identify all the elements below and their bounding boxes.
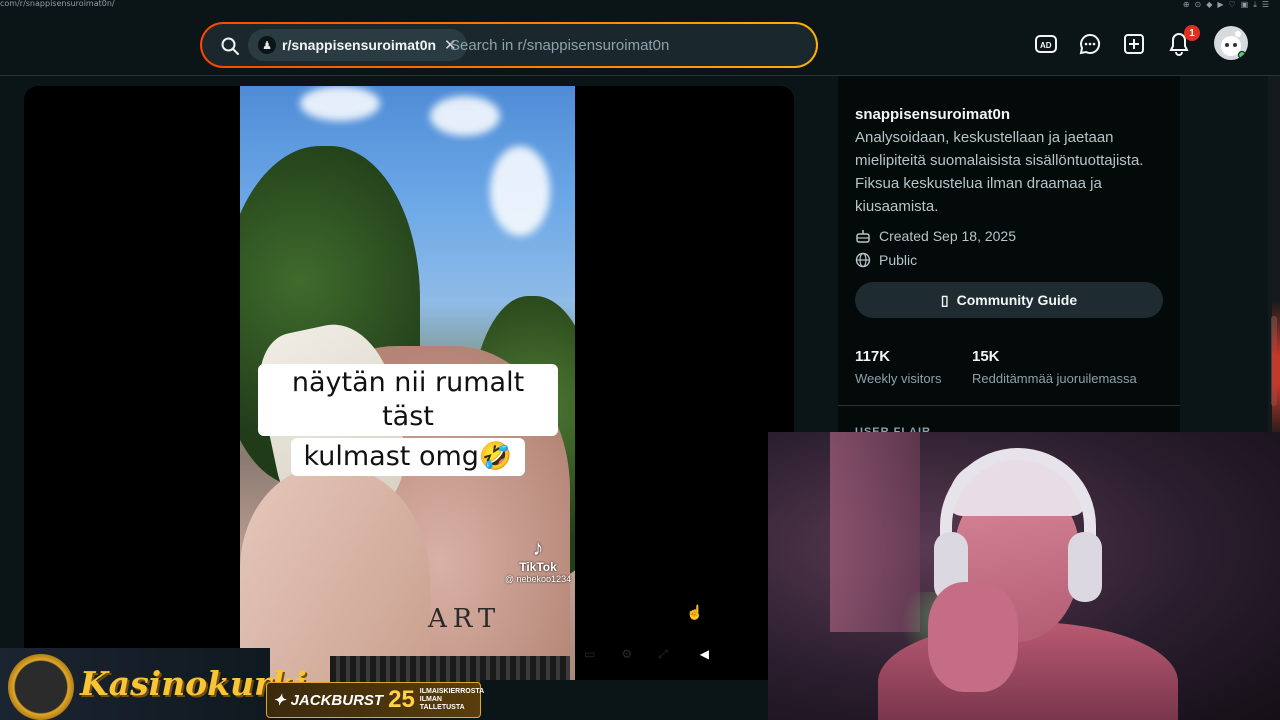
create-post-icon[interactable]: [1121, 31, 1147, 57]
page-bottom-strip: [480, 680, 768, 720]
community-avatar-icon: ♟: [258, 36, 276, 54]
volume-icon[interactable]: ◀: [700, 647, 709, 661]
offer-terms: ILMAISKIERROSTA ILMAN TALLETUSTA: [420, 688, 484, 712]
created-date: Created Sep 18, 2025: [879, 228, 1016, 244]
community-chip-label: r/snappisensuroimat0n: [282, 37, 437, 53]
tiktok-logo-icon: ♪: [532, 535, 544, 560]
offer-number: 25: [388, 686, 415, 713]
book-icon: ▯: [940, 291, 949, 308]
user-avatar[interactable]: [1214, 26, 1248, 60]
captions-icon[interactable]: ▭: [584, 647, 595, 661]
fullscreen-icon[interactable]: ⤢: [658, 647, 668, 662]
caption-line-1: näytän nii rumalt täst: [258, 364, 558, 436]
tiktok-brand: TikTok: [519, 560, 557, 574]
offer-word: JACKBURST: [290, 691, 384, 709]
stat-weekly-visitors: 117K Weekly visitors: [855, 348, 941, 386]
notification-badge: 1: [1184, 25, 1200, 41]
tiktok-video[interactable]: ART näytän nii rumalt täst kulmast omg🤣 …: [240, 86, 575, 686]
webcam-overlay: [768, 432, 1280, 720]
community-description: Analysoidaan, keskustellaan ja jaetaan m…: [855, 129, 1144, 215]
cloud: [490, 146, 550, 236]
post-media-container[interactable]: ART näytän nii rumalt täst kulmast omg🤣 …: [24, 86, 794, 686]
streamer-hand: [928, 582, 1018, 692]
community-sidebar: snappisensuroimat0n Analysoidaan, keskus…: [838, 76, 1180, 438]
stat-value: 15K: [972, 348, 1000, 365]
tiktok-watermark: ♪ TikTok @ nebekoo1234: [498, 535, 575, 585]
chat-icon[interactable]: [1077, 31, 1103, 57]
stat-value: 117K: [855, 348, 891, 365]
community-guide-button[interactable]: ▯ Community Guide: [855, 282, 1163, 318]
sparkle-icon: ✦: [273, 692, 286, 709]
online-status-dot: [1238, 51, 1246, 59]
offer-line-2: ILMAN TALLETUSTA: [419, 696, 465, 711]
mouse-cursor: ☝: [686, 604, 704, 620]
stat-label: Weekly visitors: [855, 371, 942, 386]
caption-line-2: kulmast omg🤣: [291, 438, 525, 476]
cloud: [430, 96, 500, 136]
stream-edge-glow: [1272, 300, 1280, 440]
visibility-label: Public: [879, 252, 918, 268]
community-search-chip[interactable]: ♟ r/snappisensuroimat0n ✕: [248, 29, 467, 61]
sponsor-banner: Kasinokurki: [0, 648, 307, 720]
stat-members: 15K Redditämmää juoruilemassa: [972, 348, 1137, 386]
crane-logo-icon: [8, 654, 74, 720]
search-bar[interactable]: ♟ r/snappisensuroimat0n ✕ Search in r/sn…: [200, 22, 818, 68]
advertise-icon[interactable]: AD: [1033, 31, 1059, 57]
browser-url-strip: com/r/snappisensuroimat0n/ ⊕⊙◆▶♡▣⤓☰: [0, 0, 1280, 10]
created-row: Created Sep 18, 2025: [855, 228, 1016, 244]
settings-icon[interactable]: ⚙: [621, 647, 632, 661]
stat-label: Redditämmää juoruilemassa: [972, 371, 1137, 386]
cloud: [300, 86, 380, 121]
offer-line-1: ILMAISKIERROSTA: [419, 688, 485, 695]
tiktok-handle: @ nebekoo1234: [504, 574, 572, 584]
browser-url[interactable]: com/r/snappisensuroimat0n/: [0, 0, 115, 8]
globe-icon: [855, 252, 871, 268]
tattoo-text: ART: [428, 604, 502, 634]
search-icon: [221, 37, 239, 55]
divider: [838, 405, 1180, 406]
browser-extension-icons[interactable]: ⊕⊙◆▶♡▣⤓☰: [1183, 0, 1274, 10]
headphone-earcup: [1068, 532, 1102, 602]
video-controls: ▭ ⚙ ⤢ ◀: [584, 642, 794, 666]
sponsor-offer: ✦ JACKBURST 25 ILMAISKIERROSTA ILMAN TALL…: [266, 682, 484, 718]
svg-text:AD: AD: [1040, 41, 1052, 50]
search-input[interactable]: Search in r/snappisensuroimat0n: [450, 37, 669, 54]
top-bar: ♟ r/snappisensuroimat0n ✕ Search in r/sn…: [0, 10, 1280, 76]
cake-icon: [856, 230, 870, 243]
community-guide-label: Community Guide: [956, 292, 1078, 308]
community-name[interactable]: snappisensuroimat0n: [855, 106, 1010, 123]
video-caption: näytän nii rumalt täst kulmast omg🤣: [258, 364, 558, 476]
visibility-row: Public: [855, 252, 917, 268]
notifications-icon[interactable]: 1: [1166, 25, 1200, 57]
